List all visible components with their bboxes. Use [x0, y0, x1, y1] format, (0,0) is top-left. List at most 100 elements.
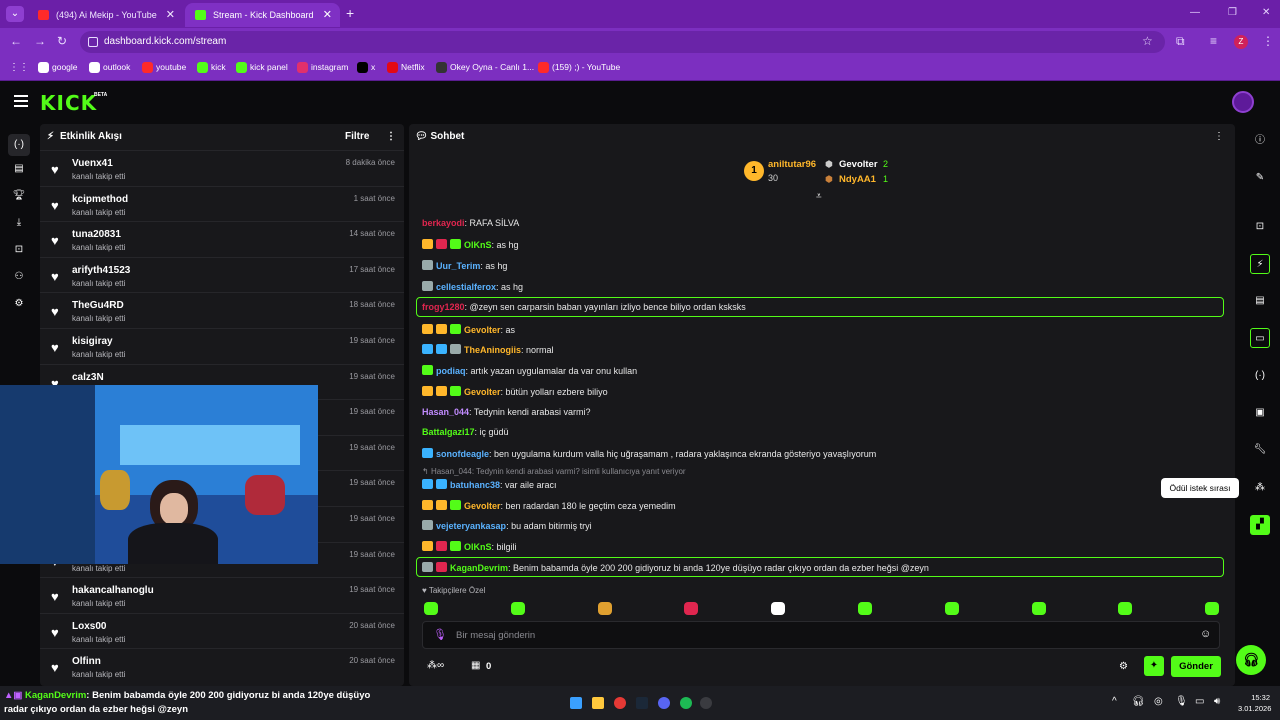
- trophy-icon[interactable]: 🏆︎: [11, 188, 27, 204]
- leader-third-name[interactable]: NdyAA1: [839, 174, 876, 185]
- user-avatar[interactable]: [1232, 91, 1254, 113]
- chat-message[interactable]: KaganDevrim: Benim babamda öyle 200 200 …: [422, 562, 929, 573]
- file-explorer-icon[interactable]: [592, 697, 604, 709]
- chat-toggle-icon[interactable]: ▭: [1250, 328, 1270, 348]
- bookmark-outlook[interactable]: outlook: [89, 62, 130, 73]
- volume-icon[interactable]: 🔊︎: [1214, 696, 1220, 707]
- leader-first-name[interactable]: aniltutar96: [768, 159, 816, 170]
- event-username[interactable]: kisigiray: [72, 336, 113, 347]
- apps-icon[interactable]: ⋮⋮: [9, 62, 29, 73]
- chat-username[interactable]: Gevolter: [464, 325, 501, 335]
- network-icon[interactable]: ▭: [1195, 696, 1204, 707]
- event-username[interactable]: Vuenx41: [72, 158, 113, 169]
- chat-message[interactable]: berkayodi: RAFA SİLVA: [422, 218, 519, 228]
- expand-leaderboard-icon[interactable]: ⩡: [816, 191, 822, 202]
- chat-message[interactable]: TheAninogiis: normal: [422, 344, 554, 355]
- activity-event[interactable]: ♥ Vuenx41 kanalı takip etti 8 dakika önce: [40, 150, 404, 186]
- headset-tray-icon[interactable]: 🎧︎: [1132, 696, 1145, 707]
- chat-username[interactable]: KaganDevrim: [450, 563, 508, 573]
- chat-username[interactable]: Uur_Terim: [436, 261, 480, 271]
- chat-username[interactable]: Gevolter: [464, 387, 501, 397]
- media-icon[interactable]: ≡: [1210, 34, 1217, 48]
- chat-username[interactable]: Gevolter: [464, 501, 501, 511]
- emote-icon[interactable]: [858, 602, 872, 615]
- tab-youtube[interactable]: (494) Ai Mekip - YouTube ✕: [28, 3, 183, 27]
- chat-message[interactable]: podiaq: artık yazan uygulamalar da var o…: [422, 365, 637, 376]
- chat-message[interactable]: cellestialferox: as hg: [422, 281, 523, 292]
- bookmark-netflix[interactable]: Netflix: [387, 62, 425, 73]
- settings-gear-icon[interactable]: ⚙: [11, 296, 27, 312]
- tab-kick-dashboard[interactable]: Stream - Kick Dashboard ✕: [185, 3, 340, 27]
- activity-event[interactable]: ♥ arifyth41523 kanalı takip etti 17 saat ön…: [40, 256, 404, 293]
- activity-event[interactable]: ♥ TheGu4RD kanalı takip etti 18 saat önce: [40, 292, 404, 328]
- broadcast-icon[interactable]: (·): [1250, 366, 1270, 386]
- emote-icon[interactable]: [1118, 602, 1133, 615]
- chat-username[interactable]: podiaq: [436, 366, 466, 376]
- emoji-icon[interactable]: ☺: [1200, 628, 1211, 640]
- tab-search-button[interactable]: ⌄: [6, 6, 24, 22]
- emote-icon[interactable]: [684, 602, 699, 615]
- chat-settings-icon[interactable]: ⚙: [1119, 661, 1128, 672]
- chat-username[interactable]: vejeteryankasap: [436, 521, 506, 531]
- emote-picker-icon[interactable]: ✦: [1144, 656, 1164, 676]
- obs-icon[interactable]: [700, 697, 712, 709]
- chat-message[interactable]: Gevolter: ben radardan 180 le geçtim cez…: [422, 500, 676, 511]
- menu-icon[interactable]: ⋮: [1262, 34, 1274, 48]
- activity-event[interactable]: ♥ Loxs00 kanalı takip etti 20 saat önce: [40, 612, 404, 649]
- reward-queue-icon[interactable]: ⁂: [1250, 478, 1270, 498]
- emote-icon[interactable]: [771, 602, 786, 615]
- chat-message[interactable]: Battalgazi17: iç güdü: [422, 427, 509, 437]
- emote-icon[interactable]: [1205, 602, 1220, 615]
- kick-logo[interactable]: KICK: [40, 91, 97, 115]
- quick-actions-icon[interactable]: ⚡︎: [1250, 254, 1270, 274]
- spotify-icon[interactable]: [680, 697, 692, 709]
- chat-username[interactable]: berkayodi: [422, 218, 465, 228]
- bookmark-kick[interactable]: kick: [197, 62, 226, 73]
- app-icon[interactable]: ▞: [1250, 515, 1270, 535]
- chat-input[interactable]: 🎙︎ Bir mesaj gönderin ☺: [422, 621, 1220, 649]
- extensions-icon[interactable]: ⧉: [1176, 34, 1185, 49]
- mic-tray-icon[interactable]: 🎙︎: [1175, 696, 1188, 707]
- activity-event[interactable]: ♥ kcipmethod kanalı takip etti 1 saat önce: [40, 185, 404, 222]
- minimize-icon[interactable]: —: [1190, 7, 1200, 18]
- chat-message[interactable]: Gevolter: bütün yolları ezbere biliyo: [422, 386, 608, 397]
- wrench-icon[interactable]: 🔧︎: [1250, 440, 1270, 460]
- channel-points-icon[interactable]: ⁂∞: [427, 660, 444, 671]
- emote-icon[interactable]: [1031, 602, 1046, 615]
- chat-username[interactable]: Hasan_044: [422, 407, 469, 417]
- analytics-icon[interactable]: ▤: [11, 161, 27, 177]
- steam-icon[interactable]: [636, 697, 648, 709]
- support-headset-icon[interactable]: 🎧︎: [1236, 645, 1266, 675]
- store-icon[interactable]: ▦: [471, 660, 480, 671]
- chat-message[interactable]: batuhanc38: var aile aracı: [422, 479, 557, 490]
- reload-icon[interactable]: ↻: [57, 34, 67, 48]
- document-icon[interactable]: ▤: [1250, 291, 1270, 311]
- chat-username[interactable]: cellestialferox: [436, 282, 496, 292]
- discord-icon[interactable]: [658, 697, 670, 709]
- chat-username[interactable]: sonofdeagle: [436, 449, 489, 459]
- emote-icon[interactable]: [424, 602, 438, 615]
- more-options-icon[interactable]: ⋮: [386, 131, 396, 142]
- activity-event[interactable]: ♥ kisigiray kanalı takip etti 19 saat önce: [40, 328, 404, 364]
- bookmark-instagram[interactable]: instagram: [297, 62, 348, 73]
- system-clock[interactable]: 15:32 3.01.2026: [1238, 692, 1271, 714]
- chat-message[interactable]: frogy1280: @zeyn sen carparsin baban yay…: [422, 302, 746, 312]
- chat-message[interactable]: Gevolter: as: [422, 324, 515, 335]
- bookmark-x[interactable]: x: [357, 62, 375, 73]
- event-username[interactable]: arifyth41523: [72, 265, 130, 276]
- start-icon[interactable]: [570, 697, 582, 709]
- activity-event[interactable]: ♥ Olfinn kanalı takip etti 20 saat önce: [40, 648, 404, 684]
- window-close-icon[interactable]: ✕: [1262, 7, 1270, 18]
- close-tab-icon[interactable]: ✕: [323, 3, 332, 27]
- bookmark-youtube-159[interactable]: (159) ;) - YouTube: [538, 62, 620, 73]
- chat-message[interactable]: OlKnS: bilgili: [422, 541, 517, 552]
- chat-message[interactable]: OlKnS: as hg: [422, 239, 519, 250]
- site-info-icon[interactable]: [88, 37, 98, 47]
- event-username[interactable]: Olfinn: [72, 656, 101, 667]
- community-icon[interactable]: ⚇: [11, 269, 27, 285]
- screenshot-icon[interactable]: ⊡: [1250, 217, 1270, 237]
- event-username[interactable]: hakancalhanoglu: [72, 585, 154, 596]
- chat-message[interactable]: vejeteryankasap: bu adam bitirmiş tryi: [422, 520, 592, 531]
- bookmark-google[interactable]: google: [38, 62, 78, 73]
- emote-icon[interactable]: [510, 602, 525, 615]
